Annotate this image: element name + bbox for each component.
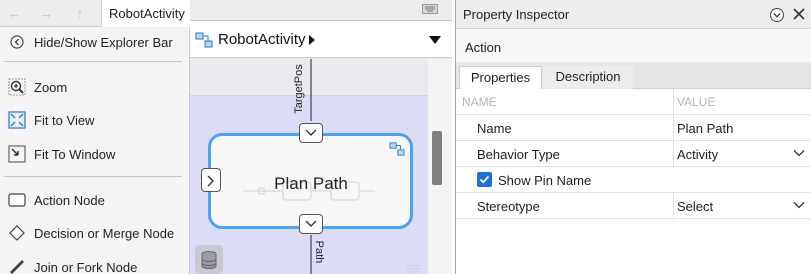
input-pin[interactable] bbox=[299, 123, 323, 143]
menu-divider bbox=[4, 61, 182, 62]
chevron-right-icon bbox=[207, 175, 214, 187]
menu-item-decision-merge-node[interactable]: Decision or Merge Node bbox=[0, 219, 190, 247]
output-pin-label-box: Path bbox=[311, 238, 327, 274]
close-icon[interactable] bbox=[793, 8, 805, 20]
inspector-titlebar: Property Inspector bbox=[456, 0, 811, 29]
table-row[interactable]: Show Pin Name bbox=[456, 167, 811, 193]
canvas-toolstrip bbox=[190, 0, 452, 18]
activity-diagram-icon bbox=[195, 32, 213, 48]
menu-item-label: Zoom bbox=[34, 79, 68, 95]
fit-to-view-icon bbox=[0, 111, 34, 129]
table-row[interactable]: Behavior Type Activity bbox=[456, 141, 811, 167]
menu-item-label: Fit To Window bbox=[34, 146, 116, 162]
property-name: Stereotype bbox=[477, 199, 540, 214]
decision-node-icon bbox=[0, 225, 34, 241]
tab-description[interactable]: Description bbox=[543, 66, 633, 89]
input-pin-label-box: TargetPos bbox=[289, 64, 309, 120]
data-store-tool[interactable] bbox=[195, 245, 223, 274]
menu-item-fit-to-view[interactable]: Fit to View bbox=[0, 106, 190, 134]
chevron-down-icon[interactable] bbox=[793, 199, 805, 211]
menu-item-label: Action Node bbox=[34, 192, 105, 208]
explorer-bar-icon bbox=[0, 35, 34, 49]
menu-item-action-node[interactable]: Action Node bbox=[0, 186, 190, 214]
property-name: Name bbox=[477, 121, 512, 136]
menu-item-label: Join or Fork Node bbox=[34, 259, 138, 274]
input-pin-label: TargetPos bbox=[293, 64, 305, 114]
column-divider bbox=[673, 89, 674, 115]
subactivity-icon bbox=[389, 142, 405, 156]
menu-item-join-fork-node[interactable]: Join or Fork Node bbox=[0, 253, 190, 274]
diagram-breadcrumb[interactable]: RobotActivity bbox=[218, 31, 306, 48]
inspector-tabs: Properties Description bbox=[456, 62, 811, 89]
menu-item-label: Hide/Show Explorer Bar bbox=[34, 34, 173, 50]
tab-properties[interactable]: Properties bbox=[459, 66, 542, 89]
stereotype-select[interactable]: Select bbox=[677, 199, 713, 214]
zoom-icon bbox=[0, 78, 34, 96]
property-name: Show Pin Name bbox=[498, 173, 592, 188]
show-pin-name-checkbox[interactable] bbox=[477, 172, 492, 187]
output-pin[interactable] bbox=[299, 214, 323, 234]
breadcrumb-arrow-icon[interactable] bbox=[308, 35, 316, 45]
column-divider bbox=[673, 115, 674, 141]
menu-item-zoom[interactable]: Zoom bbox=[0, 73, 190, 101]
property-inspector: Property Inspector Action Properties Des… bbox=[455, 0, 811, 274]
menu-item-hide-show-explorer-bar[interactable]: Hide/Show Explorer Bar bbox=[0, 28, 190, 56]
model-tab[interactable]: RobotActivity bbox=[101, 0, 190, 27]
forward-arrow-icon[interactable]: → bbox=[36, 4, 56, 22]
control-input-pin[interactable] bbox=[201, 168, 221, 192]
canvas-header: RobotActivity bbox=[190, 20, 452, 58]
menu-item-label: Decision or Merge Node bbox=[34, 225, 175, 241]
database-icon bbox=[201, 251, 217, 269]
back-arrow-icon[interactable]: ← bbox=[4, 4, 24, 22]
name-value-field[interactable]: Plan Path bbox=[677, 121, 733, 136]
behavior-type-select[interactable]: Activity bbox=[677, 147, 718, 162]
navigation-bar: ← → ↑ RobotActivity bbox=[0, 0, 190, 27]
chevron-down-icon[interactable] bbox=[793, 147, 805, 159]
fit-to-window-icon bbox=[0, 145, 34, 163]
panel-menu-icon[interactable] bbox=[769, 7, 785, 23]
toolstrip-menu: ← → ↑ RobotActivity Hide/Show Explorer B… bbox=[0, 0, 190, 274]
menu-item-label: Fit to View bbox=[34, 112, 95, 128]
inspector-section-header: Action bbox=[456, 29, 811, 62]
menu-item-fit-to-window[interactable]: Fit To Window bbox=[0, 140, 190, 168]
keyboard-icon[interactable] bbox=[422, 4, 438, 14]
column-header-value: VALUE bbox=[677, 95, 716, 109]
join-fork-node-icon bbox=[0, 259, 34, 274]
column-header-name: NAME bbox=[462, 95, 497, 109]
section-label: Action bbox=[465, 40, 502, 55]
chevron-down-icon[interactable] bbox=[429, 36, 441, 44]
column-divider bbox=[673, 193, 674, 219]
chevron-down-icon bbox=[305, 220, 317, 227]
output-pin-label: Path bbox=[313, 240, 325, 264]
table-row[interactable]: Name Plan Path bbox=[456, 115, 811, 141]
property-name: Behavior Type bbox=[477, 147, 560, 162]
action-node-icon bbox=[0, 193, 34, 207]
resize-grip-icon[interactable] bbox=[404, 262, 422, 274]
table-header-row: NAME VALUE bbox=[456, 89, 811, 115]
inspector-title: Property Inspector bbox=[463, 7, 570, 22]
scrollbar-thumb[interactable] bbox=[432, 131, 442, 185]
table-row[interactable]: Stereotype Select bbox=[456, 193, 811, 219]
menu-divider bbox=[4, 176, 182, 177]
chevron-down-icon bbox=[305, 129, 317, 136]
up-arrow-icon[interactable]: ↑ bbox=[70, 4, 90, 22]
checkmark-icon bbox=[479, 175, 490, 184]
column-divider bbox=[673, 141, 674, 167]
node-title: Plan Path bbox=[274, 174, 348, 193]
